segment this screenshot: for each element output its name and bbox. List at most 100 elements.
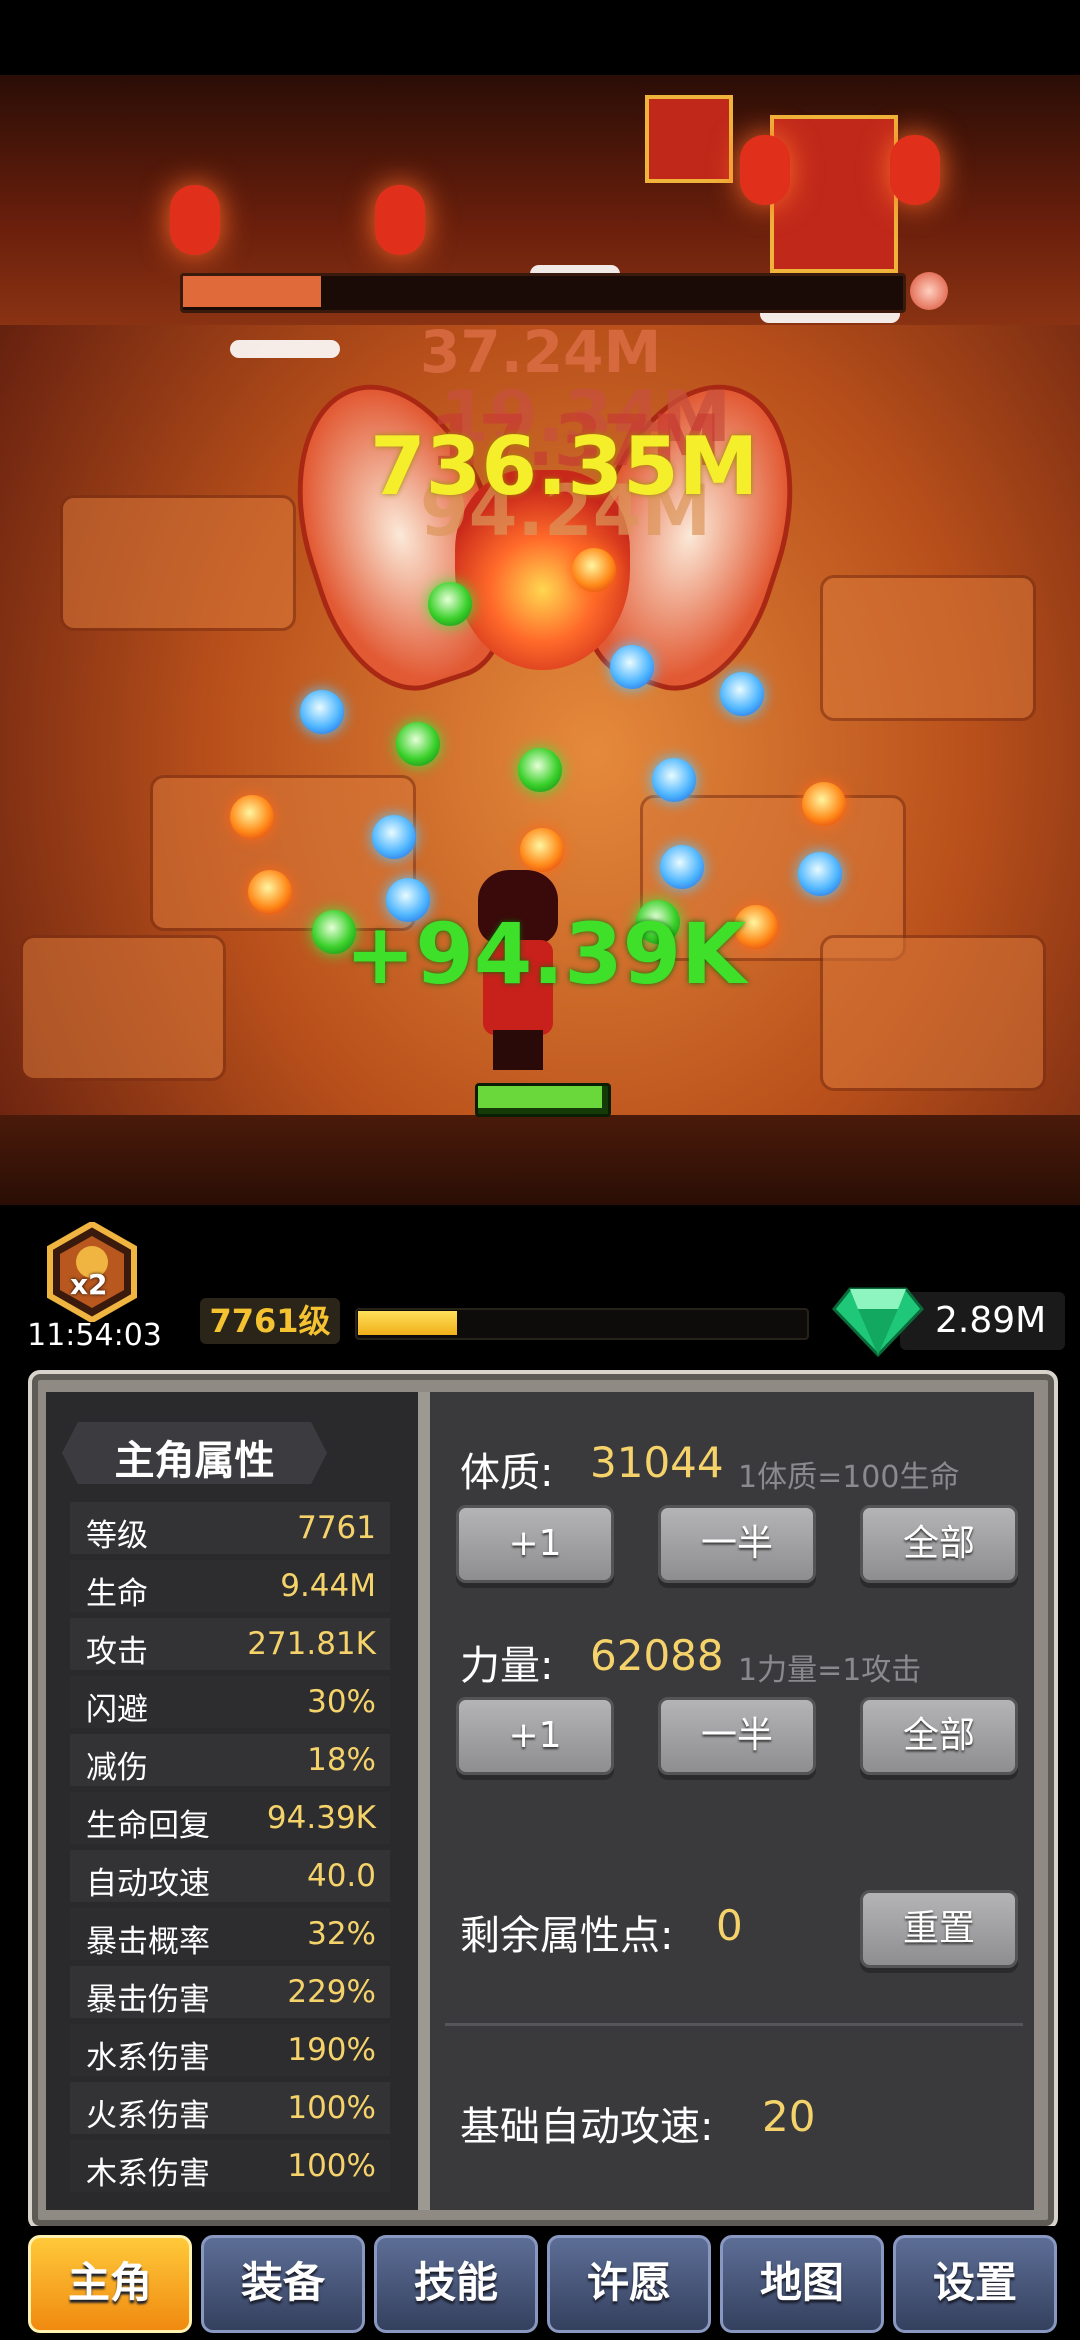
water-orb — [660, 845, 704, 889]
boss-orb-icon — [910, 272, 948, 310]
section-separator — [445, 2023, 1023, 2026]
hero-hp-fill — [478, 1086, 602, 1108]
stat-label: 水系伤害 — [86, 2040, 210, 2076]
strength-value: 62088 — [590, 1631, 724, 1680]
stat-value: 100% — [287, 2090, 376, 2126]
boost-timer: 11:54:03 — [27, 1318, 162, 1353]
lantern — [375, 185, 425, 255]
strength-all-button[interactable]: 全部 — [860, 1697, 1018, 1775]
stat-row-hp-regen: 生命回复 94.39K — [70, 1792, 390, 1844]
water-orb — [610, 645, 654, 689]
gem-amount: 2.89M — [935, 1300, 1047, 1341]
heal-number: +94.39K — [345, 905, 747, 1003]
stat-row-attack: 攻击 271.81K — [70, 1618, 390, 1670]
floor-stone — [820, 575, 1036, 721]
critical-damage-number: 736.35M — [370, 420, 759, 513]
stat-label: 等级 — [86, 1518, 148, 1554]
stat-row-level: 等级 7761 — [70, 1502, 390, 1554]
tab-skills[interactable]: 技能 — [374, 2235, 538, 2333]
wood-orb — [396, 722, 440, 766]
stat-label: 攻击 — [86, 1634, 148, 1670]
tab-hero[interactable]: 主角 — [28, 2235, 192, 2333]
strength-half-button[interactable]: 一半 — [658, 1697, 816, 1775]
fire-orb — [520, 828, 564, 872]
stat-row-wood-damage: 木系伤害 100% — [70, 2140, 390, 2192]
stat-row-dodge: 闪避 30% — [70, 1676, 390, 1728]
fire-orb — [572, 548, 616, 592]
strength-hint: 1力量=1攻击 — [738, 1653, 922, 1688]
constitution-plus-one-button[interactable]: +1 — [456, 1505, 614, 1583]
stat-label: 生命 — [86, 1576, 148, 1612]
constitution-value: 31044 — [590, 1438, 724, 1487]
tab-wish[interactable]: 许愿 — [547, 2235, 711, 2333]
tab-equipment[interactable]: 装备 — [201, 2235, 365, 2333]
remaining-points-value: 0 — [716, 1901, 743, 1950]
stat-row-water-damage: 水系伤害 190% — [70, 2024, 390, 2076]
stat-row-crit-damage: 暴击伤害 229% — [70, 1966, 390, 2018]
panel-divider — [418, 1392, 430, 2210]
water-orb — [372, 815, 416, 859]
lantern — [170, 185, 220, 255]
stat-value: 190% — [287, 2032, 376, 2068]
fire-orb — [248, 870, 292, 914]
stat-label: 火系伤害 — [86, 2098, 210, 2134]
stat-label: 暴击伤害 — [86, 1982, 210, 2018]
stat-row-fire-damage: 火系伤害 100% — [70, 2082, 390, 2134]
gem-icon[interactable] — [832, 1285, 924, 1358]
stat-value: 229% — [287, 1974, 376, 2010]
stat-row-crit-chance: 暴击概率 32% — [70, 1908, 390, 1960]
strength-plus-one-button[interactable]: +1 — [456, 1697, 614, 1775]
lantern — [740, 135, 790, 205]
constitution-all-button[interactable]: 全部 — [860, 1505, 1018, 1583]
tab-map[interactable]: 地图 — [720, 2235, 884, 2333]
stat-label: 自动攻速 — [86, 1866, 210, 1902]
fire-orb — [802, 782, 846, 826]
wood-orb — [518, 748, 562, 792]
stat-value: 32% — [307, 1916, 376, 1952]
floor-stone — [60, 495, 296, 631]
stat-label: 生命回复 — [86, 1808, 210, 1844]
boss-hp-fill — [183, 276, 321, 307]
stat-value: 30% — [307, 1684, 376, 1720]
stat-label: 减伤 — [86, 1750, 148, 1786]
stat-label: 闪避 — [86, 1692, 148, 1728]
temple-sign — [645, 95, 733, 183]
stat-value: 7761 — [297, 1510, 376, 1546]
stat-label: 暴击概率 — [86, 1924, 210, 1960]
floor-stone — [20, 935, 226, 1081]
stat-row-damage-reduction: 减伤 18% — [70, 1734, 390, 1786]
water-orb — [720, 672, 764, 716]
xp-bar-fill — [358, 1311, 457, 1335]
temple-door — [770, 115, 898, 273]
stat-row-hp: 生命 9.44M — [70, 1560, 390, 1612]
stat-value: 94.39K — [266, 1800, 376, 1836]
stat-value: 271.81K — [247, 1626, 376, 1662]
remaining-points-label: 剩余属性点: — [460, 1913, 674, 1959]
floor-stone — [820, 935, 1046, 1091]
player-level: 7761级 — [200, 1298, 340, 1344]
attributes-title: 主角属性 — [114, 1438, 275, 1484]
constitution-hint: 1体质=100生命 — [738, 1460, 960, 1495]
snow-patch — [230, 340, 340, 358]
base-speed-label: 基础自动攻速: — [460, 2104, 714, 2150]
constitution-half-button[interactable]: 一半 — [658, 1505, 816, 1583]
strength-label: 力量: — [460, 1643, 554, 1689]
stat-value: 40.0 — [306, 1858, 376, 1894]
multiplier-label: x2 — [70, 1268, 108, 1301]
constitution-label: 体质: — [460, 1450, 554, 1496]
water-orb — [798, 852, 842, 896]
reset-button[interactable]: 重置 — [860, 1890, 1018, 1968]
stat-value: 100% — [287, 2148, 376, 2184]
water-orb — [300, 690, 344, 734]
water-orb — [652, 758, 696, 802]
hero-legs — [493, 1030, 543, 1070]
tab-settings[interactable]: 设置 — [893, 2235, 1057, 2333]
lantern — [890, 135, 940, 205]
stat-value: 18% — [307, 1742, 376, 1778]
ground-edge — [0, 1115, 1080, 1205]
base-speed-value: 20 — [762, 2092, 816, 2141]
stat-row-auto-attack-speed: 自动攻速 40.0 — [70, 1850, 390, 1902]
fire-orb — [230, 795, 274, 839]
wood-orb — [428, 582, 472, 626]
stat-value: 9.44M — [280, 1568, 376, 1604]
